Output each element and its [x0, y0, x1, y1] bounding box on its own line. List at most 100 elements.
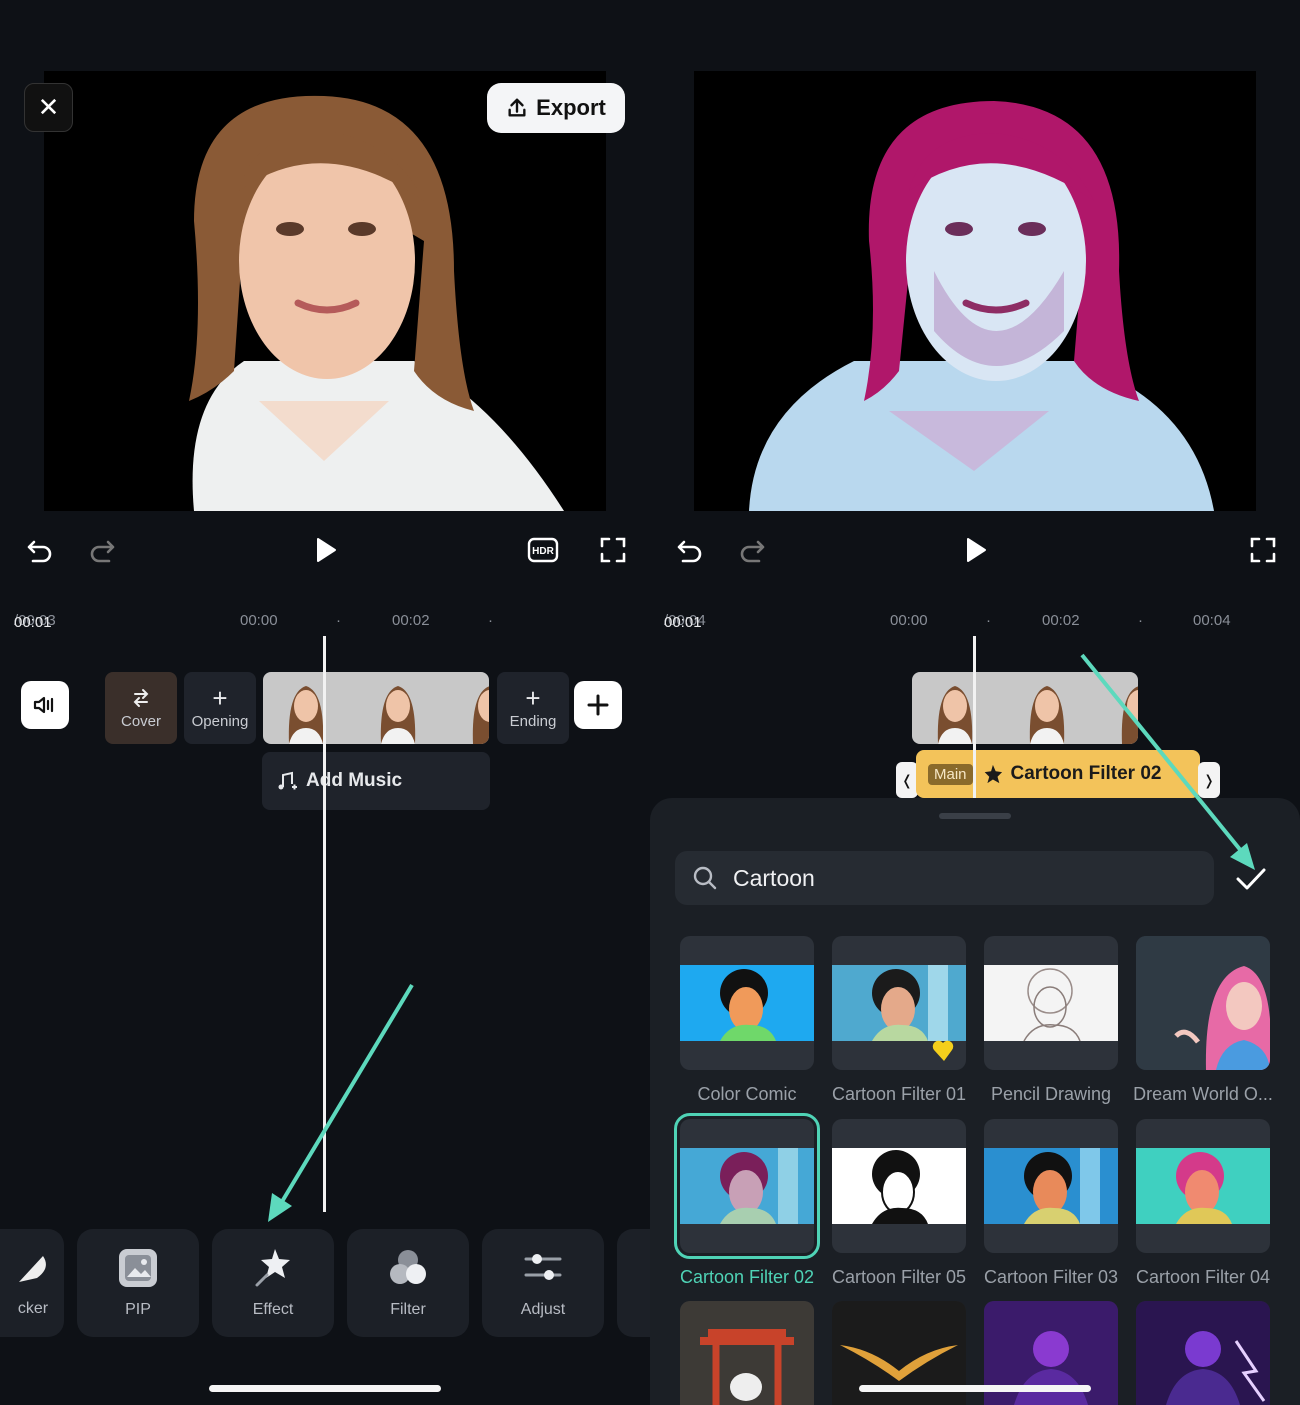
clip-thumbnail — [472, 686, 489, 744]
ruler-mark: 00:00 — [240, 612, 278, 629]
effect-label: Cartoon Filter 05 — [831, 1267, 967, 1287]
home-indicator — [209, 1385, 441, 1392]
ruler-dot: · — [488, 612, 493, 629]
search-value: Cartoon — [733, 864, 815, 891]
clip-thumbnail — [937, 686, 973, 744]
redo-button[interactable] — [732, 530, 772, 570]
current-time: 00:01 — [664, 614, 702, 631]
redo-icon — [90, 540, 115, 563]
opening-tile[interactable]: + Opening — [184, 672, 256, 744]
search-field[interactable]: Cartoon — [675, 851, 1214, 905]
tool-label: PIP — [125, 1301, 151, 1318]
effect-card[interactable] — [680, 1301, 814, 1405]
plus-icon: + — [212, 682, 228, 713]
filter-icon — [390, 1250, 426, 1284]
effect-label: Color Comic — [697, 1084, 797, 1104]
video-preview[interactable] — [694, 71, 1256, 511]
effect-card[interactable] — [984, 1119, 1118, 1253]
adjust-icon — [524, 1254, 562, 1280]
effect-card[interactable] — [680, 936, 814, 1070]
editor-filtered: 00:01/00:04 00:00 · 00:02 · 00:04 ❬ Main… — [650, 0, 1300, 1405]
effect-tool[interactable]: Effect — [212, 1229, 334, 1337]
sticker-tool[interactable]: cker — [0, 1229, 64, 1337]
playhead[interactable] — [973, 636, 976, 798]
effect-thumbnail — [680, 1301, 814, 1405]
effects-panel: Cartoon Color Comic Cartoon Filter 01 Pe… — [650, 798, 1300, 1405]
effect-thumbnail — [832, 1148, 966, 1224]
plus-icon: + — [525, 682, 541, 713]
hdr-button[interactable]: HDR — [523, 530, 563, 570]
ruler-mark: 00:00 — [890, 612, 928, 629]
effect-thumbnail — [1136, 1301, 1270, 1405]
confirm-button[interactable] — [1232, 860, 1270, 898]
fullscreen-button[interactable] — [1243, 530, 1283, 570]
redo-icon — [740, 540, 765, 563]
search-icon — [693, 866, 717, 890]
opening-label: Opening — [191, 712, 249, 730]
filter-tool[interactable]: Filter — [347, 1229, 469, 1337]
time-ruler: 00:01/00:04 00:00 · 00:02 · 00:04 — [650, 610, 1300, 634]
playhead[interactable] — [323, 636, 326, 1212]
strip-left-handle[interactable]: ❬ — [896, 762, 918, 798]
effect-card[interactable] — [1136, 1301, 1270, 1405]
pip-tool[interactable]: PIP — [77, 1229, 199, 1337]
effect-card[interactable] — [1136, 936, 1270, 1070]
portrait-image-cartoon — [694, 71, 1256, 511]
add-music-button[interactable]: Add Music — [262, 752, 490, 810]
undo-icon — [27, 540, 52, 563]
effect-thumbnail — [984, 965, 1118, 1041]
effect-card[interactable] — [1136, 1119, 1270, 1253]
pip-icon — [119, 1249, 157, 1287]
clip-thumbnail — [1029, 686, 1065, 744]
effect-card[interactable] — [832, 936, 966, 1070]
undo-icon — [677, 540, 702, 563]
svg-text:HDR: HDR — [532, 546, 554, 557]
effect-label: Cartoon Filter 04 — [1135, 1267, 1271, 1287]
undo-button[interactable] — [670, 530, 710, 570]
close-button[interactable]: ✕ — [24, 83, 73, 132]
effect-icon — [984, 764, 1002, 784]
export-label: Export — [536, 95, 606, 120]
effect-card[interactable] — [832, 1119, 966, 1253]
cover-tile[interactable]: Cover — [105, 672, 177, 744]
redo-button[interactable] — [82, 530, 122, 570]
heart-icon — [932, 1040, 954, 1061]
effect-strip-label: Cartoon Filter 02 — [1010, 763, 1162, 784]
effect-thumbnail — [1136, 936, 1270, 1070]
video-preview[interactable] — [44, 71, 606, 511]
effect-thumbnail — [680, 1148, 814, 1224]
mute-button[interactable] — [21, 681, 69, 729]
undo-button[interactable] — [20, 530, 60, 570]
effect-card-selected[interactable] — [674, 1113, 820, 1259]
video-clip[interactable] — [263, 672, 489, 744]
effect-label: Pencil Drawing — [990, 1084, 1112, 1104]
effect-label: Cartoon Filter 02 — [679, 1267, 815, 1287]
export-button[interactable]: Export — [487, 83, 625, 133]
ruler-dot: · — [1138, 612, 1143, 629]
effect-thumbnail — [1136, 1148, 1270, 1224]
speaker-icon — [33, 696, 54, 714]
effect-thumbnail — [680, 965, 814, 1041]
effect-label: Cartoon Filter 01 — [831, 1084, 967, 1104]
video-clip[interactable] — [912, 672, 1138, 744]
portrait-image — [44, 71, 606, 511]
effect-card[interactable] — [984, 936, 1118, 1070]
play-button[interactable] — [955, 530, 995, 570]
ending-tile[interactable]: + Ending — [497, 672, 569, 744]
fullscreen-button[interactable] — [593, 530, 633, 570]
sheet-grip[interactable] — [939, 813, 1011, 819]
strip-right-handle[interactable]: ❭ — [1198, 762, 1220, 798]
effect-label: Dream World O... — [1133, 1084, 1273, 1104]
play-button[interactable] — [305, 530, 345, 570]
adjust-tool[interactable]: Adjust — [482, 1229, 604, 1337]
check-icon — [1236, 868, 1266, 890]
add-clip-button[interactable] — [574, 681, 622, 729]
effect-strip[interactable]: Main Cartoon Filter 02 — [916, 750, 1200, 798]
tool-label: cker — [17, 1300, 49, 1317]
plus-icon — [587, 694, 609, 716]
play-icon — [317, 538, 336, 562]
ruler-mark: 00:02 — [392, 612, 430, 629]
current-time: 00:01 — [14, 614, 52, 631]
effect-thumbnail — [984, 1148, 1118, 1224]
tool-label: Filter — [390, 1301, 426, 1318]
